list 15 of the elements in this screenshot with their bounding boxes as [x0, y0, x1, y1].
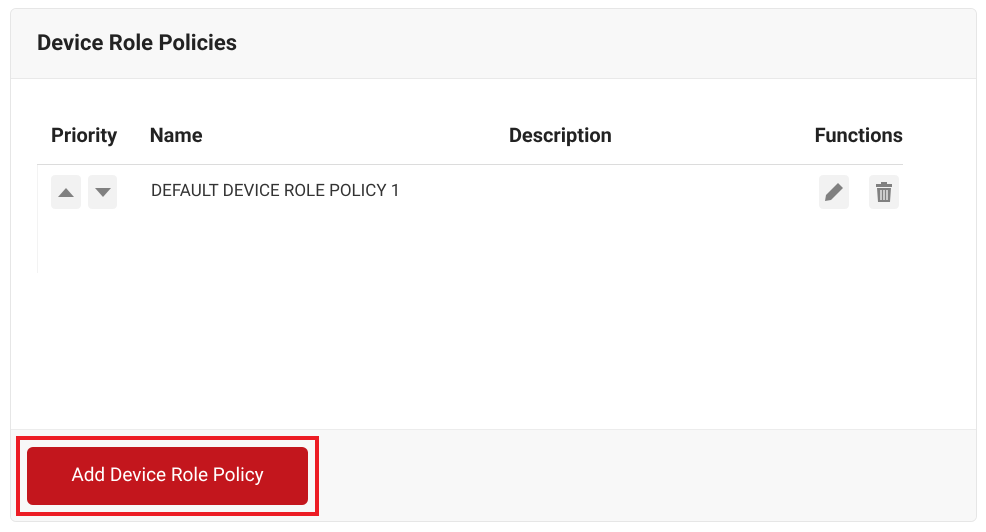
- column-header: Priority: [51, 122, 118, 146]
- triangle-down-icon: [94, 188, 110, 196]
- edit-button[interactable]: [819, 175, 849, 209]
- trash-icon: [876, 182, 892, 202]
- column-header: Description: [508, 122, 612, 146]
- move-up-button[interactable]: [51, 175, 81, 209]
- delete-button[interactable]: [869, 175, 899, 209]
- table-cell-text: DEFAULT DEVICE ROLE POLICY 1: [151, 180, 400, 204]
- panel-title: Device Role Policies: [37, 30, 238, 58]
- move-down-button[interactable]: [88, 175, 117, 209]
- triangle-up-icon: [58, 188, 74, 196]
- pencil-icon: [824, 182, 844, 202]
- column-header: Functions: [814, 122, 903, 146]
- add-policy-button[interactable]: Add Device Role Policy: [27, 446, 308, 504]
- column-header: Name: [150, 122, 203, 146]
